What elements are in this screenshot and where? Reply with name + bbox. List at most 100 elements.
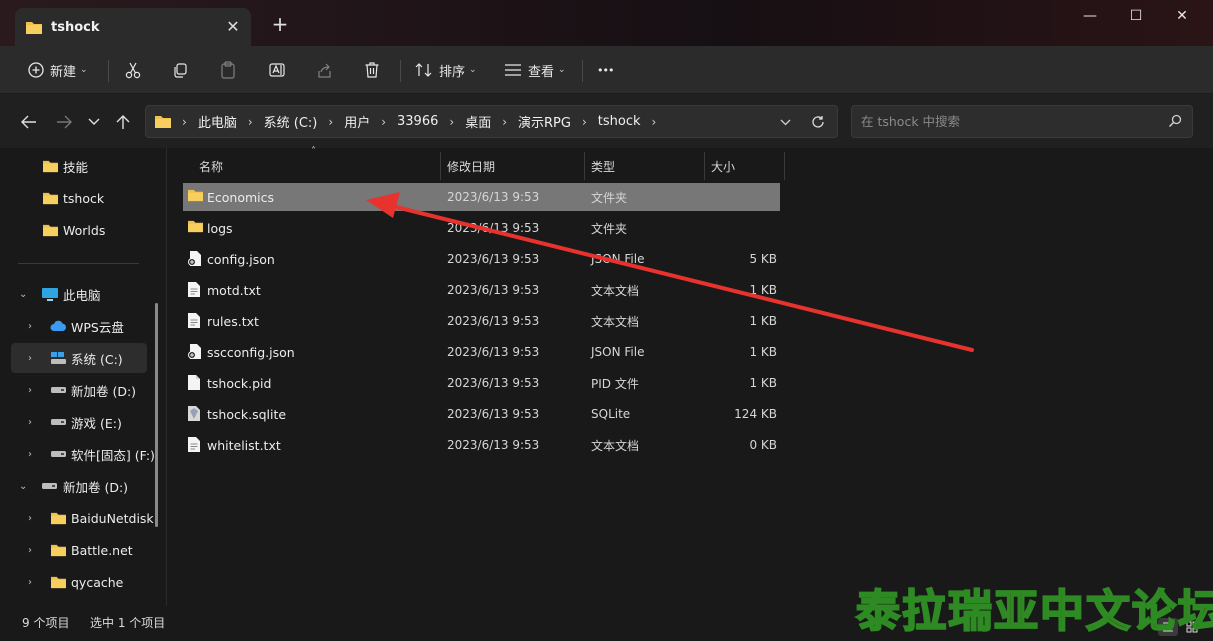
sidebar-item-tshock[interactable]: tshock [11, 183, 147, 213]
view-button[interactable]: 查看 ⌄ [504, 54, 566, 86]
sidebar-item-label: 技能 [63, 159, 89, 175]
chevron-right-icon[interactable]: › [28, 353, 32, 364]
file-date: 2023/6/13 9:53 [447, 252, 540, 266]
view-button-label: 查看 [528, 64, 555, 80]
breadcrumb-item[interactable]: 演示RPG [518, 112, 571, 131]
search-box[interactable] [851, 105, 1193, 138]
folder-icon [188, 220, 203, 233]
chevron-right-icon[interactable]: › [28, 385, 32, 396]
column-header-date[interactable]: 修改日期 [447, 152, 495, 180]
column-divider[interactable] [584, 152, 585, 180]
file-row-economics[interactable]: Economics 2023/6/13 9:53 文件夹 [183, 183, 780, 211]
sort-button[interactable]: 排序 ⌄ [415, 54, 477, 86]
delete-button[interactable] [364, 54, 380, 86]
breadcrumb-item[interactable]: 此电脑 [198, 112, 237, 131]
column-header-type[interactable]: 类型 [591, 152, 615, 180]
file-row-tshock-pid[interactable]: tshock.pid 2023/6/13 9:53 PID 文件 1 KB [183, 369, 780, 397]
chevron-right-icon[interactable]: › [28, 577, 32, 588]
file-row-config-json[interactable]: config.json 2023/6/13 9:53 JSON File 5 K… [183, 245, 780, 273]
sidebar-item-drive-f[interactable]: › 软件[固态] (F:) [11, 439, 155, 469]
sort-ascending-icon: ˄ [311, 146, 316, 157]
breadcrumb-item[interactable]: 系统 (C:) [264, 112, 318, 131]
breadcrumb-item[interactable]: tshock [598, 114, 641, 129]
cut-button[interactable] [124, 54, 142, 86]
breadcrumb-item[interactable]: 用户 [344, 112, 370, 131]
address-history-dropdown[interactable] [774, 112, 796, 132]
chevron-right-icon[interactable]: › [582, 115, 587, 129]
rename-icon [269, 63, 285, 77]
paste-button[interactable] [220, 54, 236, 86]
file-row-rules-txt[interactable]: rules.txt 2023/6/13 9:53 文本文档 1 KB [183, 307, 780, 335]
breadcrumb-item[interactable]: 桌面 [465, 112, 491, 131]
minimize-button[interactable]: — [1067, 0, 1113, 32]
close-tab-icon[interactable]: ✕ [223, 16, 243, 36]
sidebar-item-qycache[interactable]: › qycache [11, 567, 147, 597]
tab-tshock[interactable]: tshock ✕ [15, 8, 251, 46]
json-file-icon [188, 344, 201, 359]
file-row-motd-txt[interactable]: motd.txt 2023/6/13 9:53 文本文档 1 KB [183, 276, 780, 304]
file-row-whitelist-txt[interactable]: whitelist.txt 2023/6/13 9:53 文本文档 0 KB [183, 431, 780, 459]
rename-button[interactable] [268, 54, 286, 86]
chevron-down-icon[interactable]: ⌄ [19, 481, 27, 492]
file-row-sscconfig-json[interactable]: sscconfig.json 2023/6/13 9:53 JSON File … [183, 338, 780, 366]
column-divider[interactable] [440, 152, 441, 180]
chevron-right-icon[interactable]: › [381, 115, 386, 129]
selection-count: 选中 1 个项目 [90, 616, 166, 630]
sidebar-item-drive-e[interactable]: › 游戏 (E:) [11, 407, 147, 437]
drive-icon [51, 419, 66, 425]
chevron-right-icon[interactable]: › [449, 115, 454, 129]
back-button[interactable] [17, 110, 41, 134]
address-bar[interactable]: › 此电脑 › 系统 (C:) › 用户 › 33966 › 桌面 › 演示RP… [145, 105, 838, 138]
sidebar-item-system-c[interactable]: › 系统 (C:) [11, 343, 147, 373]
column-header-name[interactable]: 名称 [199, 152, 223, 180]
toolbar-divider [400, 60, 401, 82]
forward-button[interactable] [52, 110, 76, 134]
chevron-right-icon[interactable]: › [28, 417, 32, 428]
breadcrumb: › 此电脑 › 系统 (C:) › 用户 › 33966 › 桌面 › 演示RP… [154, 106, 667, 137]
file-row-logs[interactable]: logs 2023/6/13 9:53 文件夹 [183, 214, 780, 242]
recent-locations-button[interactable] [82, 110, 106, 134]
sidebar-item-baidunetdisk[interactable]: › BaiduNetdisk [11, 503, 154, 533]
chevron-right-icon[interactable]: › [28, 321, 32, 332]
chevron-right-icon[interactable]: › [28, 545, 32, 556]
folder-icon [43, 192, 58, 205]
close-window-button[interactable]: ✕ [1159, 0, 1205, 32]
column-divider[interactable] [704, 152, 705, 180]
sidebar-item-drive-d-expanded[interactable]: ⌄ 新加卷 (D:) [11, 471, 147, 501]
more-options-button[interactable]: ••• [597, 54, 614, 86]
sidebar-item-this-pc[interactable]: ⌄ 此电脑 [11, 279, 147, 309]
chevron-right-icon[interactable]: › [248, 115, 253, 129]
sidebar-item-wps-cloud[interactable]: › WPS云盘 [11, 311, 147, 341]
up-button[interactable] [111, 110, 135, 134]
sidebar-item-skills[interactable]: 技能 [11, 151, 147, 181]
search-input[interactable] [852, 106, 1152, 137]
json-file-icon [188, 251, 201, 266]
file-type: 文本文档 [591, 438, 640, 453]
chevron-right-icon[interactable]: › [328, 115, 333, 129]
copy-button[interactable] [172, 54, 189, 86]
sidebar-scrollbar[interactable] [155, 303, 158, 527]
breadcrumb-item[interactable]: 33966 [397, 114, 438, 129]
search-icon[interactable] [1168, 114, 1182, 128]
copy-icon [174, 62, 187, 78]
new-button-label: 新建 [50, 64, 77, 80]
sidebar-item-drive-d[interactable]: › 新加卷 (D:) [11, 375, 147, 405]
chevron-right-icon[interactable]: › [502, 115, 507, 129]
drive-icon [51, 387, 66, 393]
new-button[interactable]: 新建 ⌄ [28, 54, 88, 86]
refresh-button[interactable] [806, 110, 830, 134]
file-row-tshock-sqlite[interactable]: tshock.sqlite 2023/6/13 9:53 SQLite 124 … [183, 400, 780, 428]
chevron-down-icon[interactable]: ⌄ [19, 289, 27, 300]
chevron-right-icon[interactable]: › [28, 449, 32, 460]
column-divider[interactable] [784, 152, 785, 180]
sidebar-item-worlds[interactable]: Worlds [11, 215, 147, 245]
new-tab-button[interactable]: + [268, 12, 292, 36]
file-size: 1 KB [749, 376, 777, 390]
share-button[interactable] [316, 54, 333, 86]
column-header-size[interactable]: 大小 [711, 152, 735, 180]
chevron-right-icon[interactable]: › [652, 115, 657, 129]
sidebar-item-label: Worlds [63, 222, 106, 238]
maximize-button[interactable]: ☐ [1113, 0, 1159, 32]
sidebar-item-battle-net[interactable]: › Battle.net [11, 535, 147, 565]
chevron-right-icon[interactable]: › [28, 513, 32, 524]
